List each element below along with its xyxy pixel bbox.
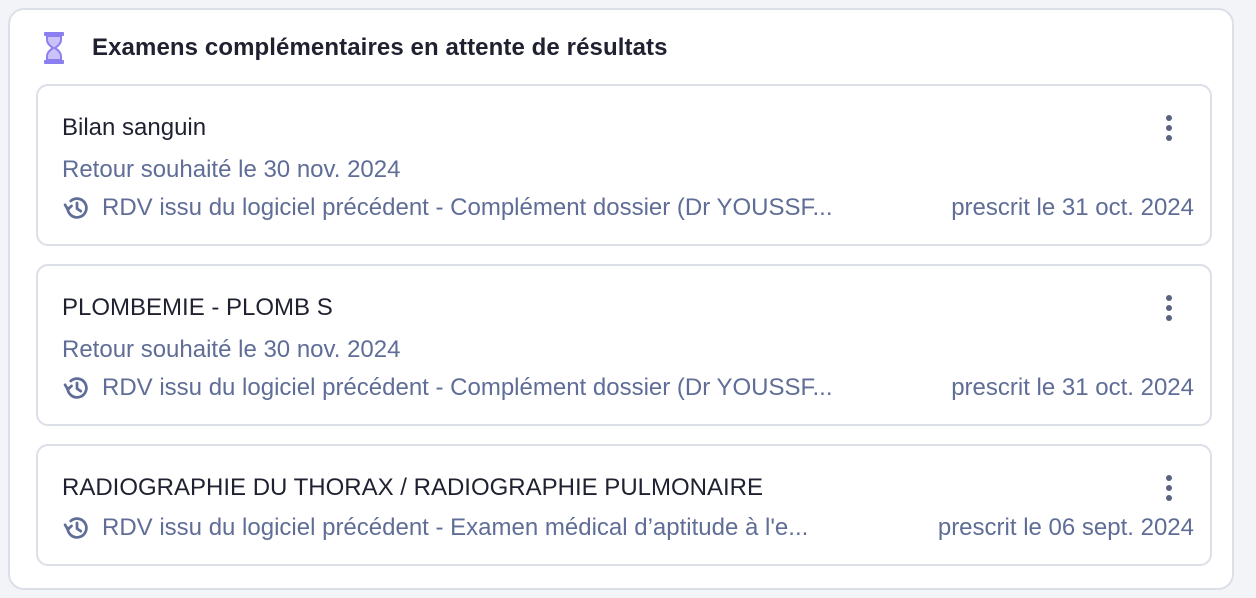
origin-row: RDV issu du logiciel précédent - Examen …: [62, 512, 1194, 544]
history-icon: [63, 517, 88, 539]
dot: [1166, 115, 1172, 121]
pending-exams-panel: Examens complémentaires en attente de ré…: [8, 8, 1234, 590]
exam-card: Bilan sanguin Retour souhaité le 30 nov.…: [36, 84, 1212, 246]
more-options-button[interactable]: [1154, 470, 1184, 506]
dot: [1166, 135, 1172, 141]
exam-title: PLOMBEMIE - PLOMB S: [62, 294, 333, 321]
prescribed-date: prescrit le 31 oct. 2024: [951, 374, 1194, 401]
dot: [1166, 495, 1172, 501]
exam-card: RADIOGRAPHIE DU THORAX / RADIOGRAPHIE PU…: [36, 444, 1212, 566]
hourglass-icon: [42, 30, 66, 66]
dot: [1166, 475, 1172, 481]
return-date: Retour souhaité le 30 nov. 2024: [62, 336, 401, 363]
dot: [1166, 485, 1172, 491]
origin-text: RDV issu du logiciel précédent - Complém…: [102, 194, 833, 221]
origin-text: RDV issu du logiciel précédent - Complém…: [102, 374, 833, 401]
dot: [1166, 315, 1172, 321]
more-options-button[interactable]: [1154, 290, 1184, 326]
prescribed-date: prescrit le 06 sept. 2024: [937, 514, 1194, 541]
dot: [1166, 125, 1172, 131]
history-icon: [63, 197, 88, 219]
history-icon: [63, 377, 88, 399]
origin-row: RDV issu du logiciel précédent - Complém…: [62, 192, 1194, 224]
panel-header: Examens complémentaires en attente de ré…: [42, 30, 668, 66]
origin-text: RDV issu du logiciel précédent - Examen …: [102, 514, 809, 541]
return-date: Retour souhaité le 30 nov. 2024: [62, 156, 401, 183]
dot: [1166, 305, 1172, 311]
prescribed-date: prescrit le 31 oct. 2024: [951, 194, 1194, 221]
dot: [1166, 295, 1172, 301]
origin-row: RDV issu du logiciel précédent - Complém…: [62, 372, 1194, 404]
exam-title: Bilan sanguin: [62, 114, 207, 141]
more-options-button[interactable]: [1154, 110, 1184, 146]
exam-card: PLOMBEMIE - PLOMB S Retour souhaité le 3…: [36, 264, 1212, 426]
panel-title: Examens complémentaires en attente de ré…: [92, 34, 668, 61]
exam-title: RADIOGRAPHIE DU THORAX / RADIOGRAPHIE PU…: [62, 474, 764, 501]
